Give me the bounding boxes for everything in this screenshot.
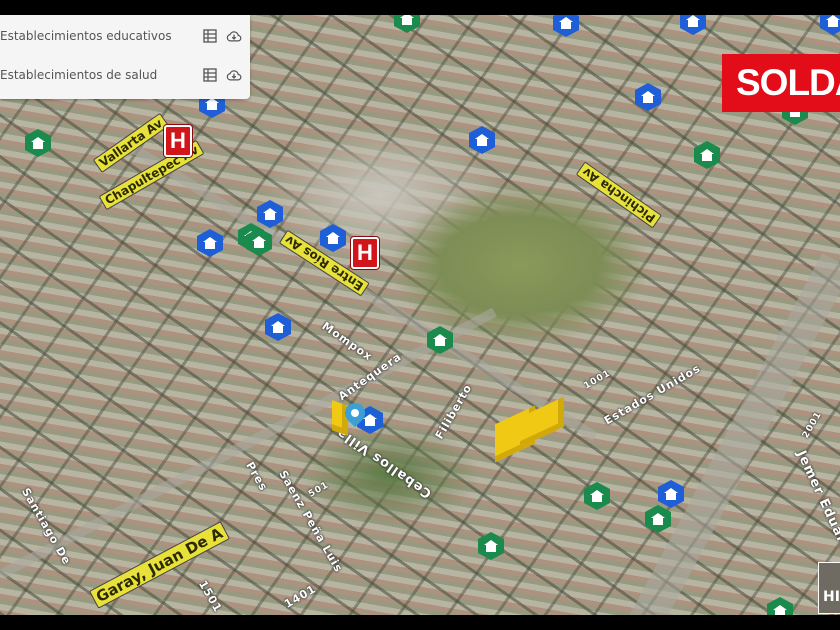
- school-marker[interactable]: [197, 229, 223, 257]
- hospital-icon: H: [357, 240, 373, 265]
- health-center-marker[interactable]: [25, 129, 51, 157]
- hospital-icon: H: [170, 128, 186, 153]
- school-icon: [664, 488, 678, 500]
- basemap-toggle-button[interactable]: HI: [818, 562, 840, 614]
- health-center-icon: [484, 540, 498, 552]
- hospital-marker[interactable]: H: [351, 237, 379, 269]
- sold-badge: SOLDA: [722, 54, 840, 112]
- street-label: Pichincha Av: [575, 161, 662, 229]
- layer-row-educativos[interactable]: Establecimientos educativos: [0, 15, 250, 54]
- school-marker[interactable]: [320, 224, 346, 252]
- street-label: 501: [306, 480, 331, 500]
- school-marker[interactable]: [658, 480, 684, 508]
- school-icon: [363, 414, 377, 426]
- health-center-icon: [31, 137, 45, 149]
- school-icon: [826, 15, 840, 27]
- street-label: Saenz Peña Luis: [276, 468, 346, 575]
- cloud-download-icon[interactable]: [226, 67, 242, 83]
- health-center-icon: [400, 15, 414, 25]
- school-icon: [559, 17, 573, 29]
- school-icon: [203, 237, 217, 249]
- health-center-icon: [700, 149, 714, 161]
- hospital-marker[interactable]: H: [164, 125, 192, 157]
- satellite-3d-map[interactable]: Vallarta Av Chapultepec Av Entre Ríos Av…: [0, 15, 840, 615]
- school-marker[interactable]: [265, 313, 291, 341]
- street-label: 1401: [282, 582, 319, 611]
- health-center-marker[interactable]: [394, 15, 420, 33]
- street-label: Mompox: [319, 319, 375, 364]
- street-label: Filiberto: [432, 381, 475, 442]
- health-center-icon: [590, 490, 604, 502]
- school-icon: [271, 321, 285, 333]
- school-marker[interactable]: [820, 15, 840, 35]
- school-marker[interactable]: [469, 126, 495, 154]
- street-label: Estados Unidos: [602, 361, 704, 428]
- avenue-road: [0, 307, 497, 580]
- school-icon: [263, 208, 277, 220]
- health-center-icon: [433, 334, 447, 346]
- table-icon[interactable]: [202, 67, 218, 83]
- school-icon: [205, 98, 219, 110]
- street-label: Pres: [243, 459, 271, 494]
- health-center-marker[interactable]: [584, 482, 610, 510]
- health-center-marker[interactable]: [645, 505, 671, 533]
- layer-label: Establecimientos educativos: [0, 29, 172, 43]
- street-label: 1001: [582, 368, 613, 392]
- school-marker[interactable]: [680, 15, 706, 35]
- health-center-marker[interactable]: [694, 141, 720, 169]
- school-marker[interactable]: [635, 83, 661, 111]
- health-center-marker[interactable]: [478, 532, 504, 560]
- school-marker[interactable]: [553, 15, 579, 37]
- health-center-marker[interactable]: [767, 597, 793, 615]
- layer-label: Establecimientos de salud: [0, 68, 158, 82]
- school-icon: [326, 232, 340, 244]
- health-center-icon: [651, 513, 665, 525]
- layers-panel: Establecimientos educativos Establecimie…: [0, 15, 250, 99]
- school-icon: [641, 91, 655, 103]
- table-icon[interactable]: [202, 28, 218, 44]
- cloud-download-icon[interactable]: [226, 28, 242, 44]
- health-center-icon: [773, 605, 787, 615]
- school-icon: [686, 15, 700, 27]
- school-icon: [475, 134, 489, 146]
- street-label: 2001: [800, 409, 825, 441]
- street-label: 1501: [196, 578, 225, 615]
- health-center-icon: [252, 236, 266, 248]
- layer-row-salud[interactable]: Establecimientos de salud: [0, 54, 250, 93]
